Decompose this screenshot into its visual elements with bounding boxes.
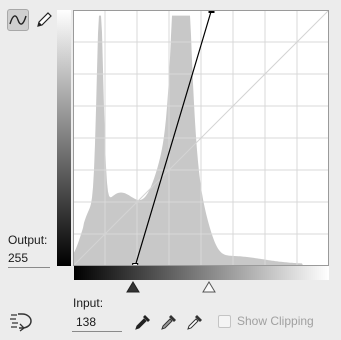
white-point-slider[interactable]: [202, 281, 216, 293]
input-gradient-bar: [74, 266, 329, 280]
checkbox-box[interactable]: [218, 314, 231, 328]
input-value-field[interactable]: 138: [72, 315, 122, 332]
curves-graph[interactable]: [73, 10, 329, 266]
curve-tool-button[interactable]: [7, 9, 29, 31]
output-gradient-bar: [57, 10, 71, 266]
gray-eyedropper-icon[interactable]: [160, 313, 178, 331]
show-clipping-label: Show Clipping: [237, 314, 314, 328]
curve-edit-icon: [9, 15, 27, 25]
output-label: Output:: [8, 233, 48, 247]
input-label: Input:: [73, 296, 104, 310]
white-eyedropper-icon[interactable]: [186, 313, 204, 331]
pencil-icon: [37, 12, 52, 27]
smooth-curve-icon[interactable]: [8, 310, 34, 332]
black-eyedropper-icon[interactable]: [134, 313, 152, 331]
show-clipping-checkbox[interactable]: Show Clipping: [218, 314, 314, 328]
output-value-field[interactable]: 255: [8, 251, 50, 268]
pencil-tool-button[interactable]: [33, 9, 55, 31]
black-point-slider[interactable]: [126, 281, 140, 293]
